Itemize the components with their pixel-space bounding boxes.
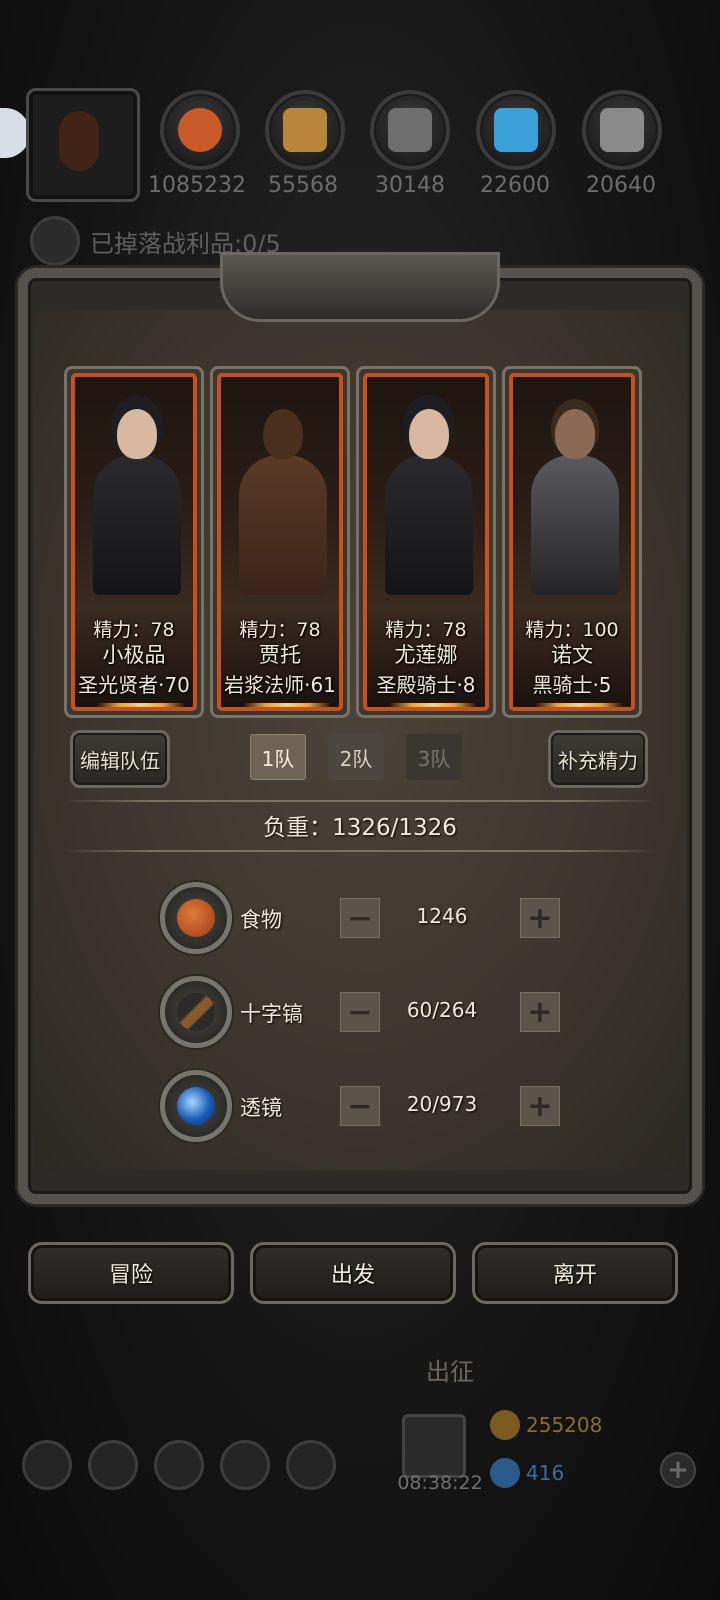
increase-button[interactable]: + (520, 992, 560, 1032)
hero-card[interactable]: 精力：100 诺文 黑骑士·5 (502, 366, 642, 718)
loot-icon (30, 216, 80, 266)
food-icon (160, 882, 232, 954)
decrease-button[interactable]: − (340, 898, 380, 938)
plus-icon: + (527, 1088, 553, 1124)
refill-energy-button[interactable]: 补充精力 (548, 730, 648, 788)
gem-balance: 416 (490, 1456, 564, 1490)
resource-value: 55568 (268, 173, 338, 198)
wood-icon (283, 108, 327, 152)
hero-class-level: 圣殿骑士·8 (376, 673, 476, 697)
minus-icon: − (347, 1088, 373, 1124)
supply-label: 透镜 (240, 1096, 282, 1120)
hero-card[interactable]: 精力：78 小极品 圣光贤者·70 (64, 366, 204, 718)
gold-icon (490, 1410, 520, 1440)
resource-iron[interactable] (582, 90, 662, 170)
supply-value: 1246 (416, 904, 468, 928)
resource-food[interactable] (160, 90, 240, 170)
equipment-slot[interactable] (26, 88, 140, 202)
hero-name: 贾托 (259, 643, 301, 667)
increase-button[interactable]: + (520, 1086, 560, 1126)
hero-name: 诺文 (551, 643, 593, 667)
hero-portrait (525, 397, 625, 597)
supply-label: 食物 (240, 908, 282, 932)
supply-row-food: 食物 − 1246 + (160, 882, 560, 954)
plus-icon: + (527, 900, 553, 936)
hero-glow-bar (97, 703, 185, 707)
resource-wood[interactable] (265, 90, 345, 170)
iron-icon (600, 108, 644, 152)
increase-button[interactable]: + (520, 898, 560, 938)
nav-heroes-icon[interactable] (154, 1440, 204, 1490)
stone-icon (388, 108, 432, 152)
hero-class-level: 黑骑士·5 (532, 673, 612, 697)
dialog-crest-ornament (220, 252, 500, 322)
decrease-button[interactable]: − (340, 1086, 380, 1126)
edit-team-button[interactable]: 编辑队伍 (70, 730, 170, 788)
hero-name: 尤莲娜 (394, 643, 458, 667)
hero-class-level: 岩浆法师·61 (224, 673, 336, 697)
gem-value: 416 (526, 1461, 565, 1485)
hero-energy: 精力：100 (525, 619, 619, 641)
hero-energy: 精力：78 (239, 619, 321, 641)
hero-portrait (87, 397, 187, 597)
supply-row-lens: 透镜 − 20/973 + (160, 1070, 560, 1142)
resource-crystal[interactable] (476, 90, 556, 170)
hero-card[interactable]: 精力：78 尤莲娜 圣殿骑士·8 (356, 366, 496, 718)
supply-row-pickaxe: 十字镐 − 60/264 + (160, 976, 560, 1048)
resource-value: 20640 (586, 173, 656, 198)
expedition-title: 出征 (426, 1358, 474, 1386)
leave-button[interactable]: 离开 (472, 1242, 678, 1304)
minus-icon: − (347, 900, 373, 936)
hero-glow-bar (243, 703, 331, 707)
pickaxe-icon (160, 976, 232, 1048)
food-icon (178, 108, 222, 152)
divider (62, 850, 658, 852)
nav-mail-icon[interactable] (220, 1440, 270, 1490)
hero-portrait (233, 397, 333, 597)
lens-icon (160, 1070, 232, 1142)
carry-weight: 负重：1326/1326 (263, 815, 457, 841)
hero-energy: 精力：78 (385, 619, 467, 641)
nav-skills-icon[interactable] (88, 1440, 138, 1490)
gem-icon (490, 1458, 520, 1488)
gift-chest-icon[interactable] (402, 1414, 466, 1478)
chest-timer: 08:38:22 (397, 1472, 483, 1494)
nav-map-icon[interactable] (286, 1440, 336, 1490)
hero-name: 小极品 (102, 643, 166, 667)
gold-value: 255208 (526, 1413, 603, 1437)
hero-card[interactable]: 精力：78 贾托 岩浆法师·61 (210, 366, 350, 718)
depart-button[interactable]: 出发 (250, 1242, 456, 1304)
tab-team-2[interactable]: 2队 (328, 734, 384, 780)
adventure-button[interactable]: 冒险 (28, 1242, 234, 1304)
resource-value: 30148 (375, 173, 445, 198)
supply-label: 十字镐 (240, 1002, 303, 1026)
plus-icon: + (667, 1455, 689, 1485)
hero-glow-bar (535, 703, 623, 707)
gold-balance: 255208 (490, 1408, 602, 1442)
add-currency-button[interactable]: + (660, 1452, 696, 1488)
hero-energy: 精力：78 (93, 619, 175, 641)
resource-value: 22600 (480, 173, 550, 198)
resource-stone[interactable] (370, 90, 450, 170)
hero-portrait (379, 397, 479, 597)
supply-value: 20/973 (406, 1092, 478, 1116)
torch-icon (59, 111, 99, 171)
tab-team-3[interactable]: 3队 (406, 734, 462, 780)
crystal-icon (494, 108, 538, 152)
hero-class-level: 圣光贤者·70 (78, 673, 190, 697)
supply-value: 60/264 (406, 998, 478, 1022)
plus-icon: + (527, 994, 553, 1030)
decrease-button[interactable]: − (340, 992, 380, 1032)
divider (62, 800, 658, 802)
minus-icon: − (347, 994, 373, 1030)
nav-settings-icon[interactable] (22, 1440, 72, 1490)
resource-value: 1085232 (148, 173, 246, 198)
hero-glow-bar (389, 703, 477, 707)
tab-team-1[interactable]: 1队 (250, 734, 306, 780)
